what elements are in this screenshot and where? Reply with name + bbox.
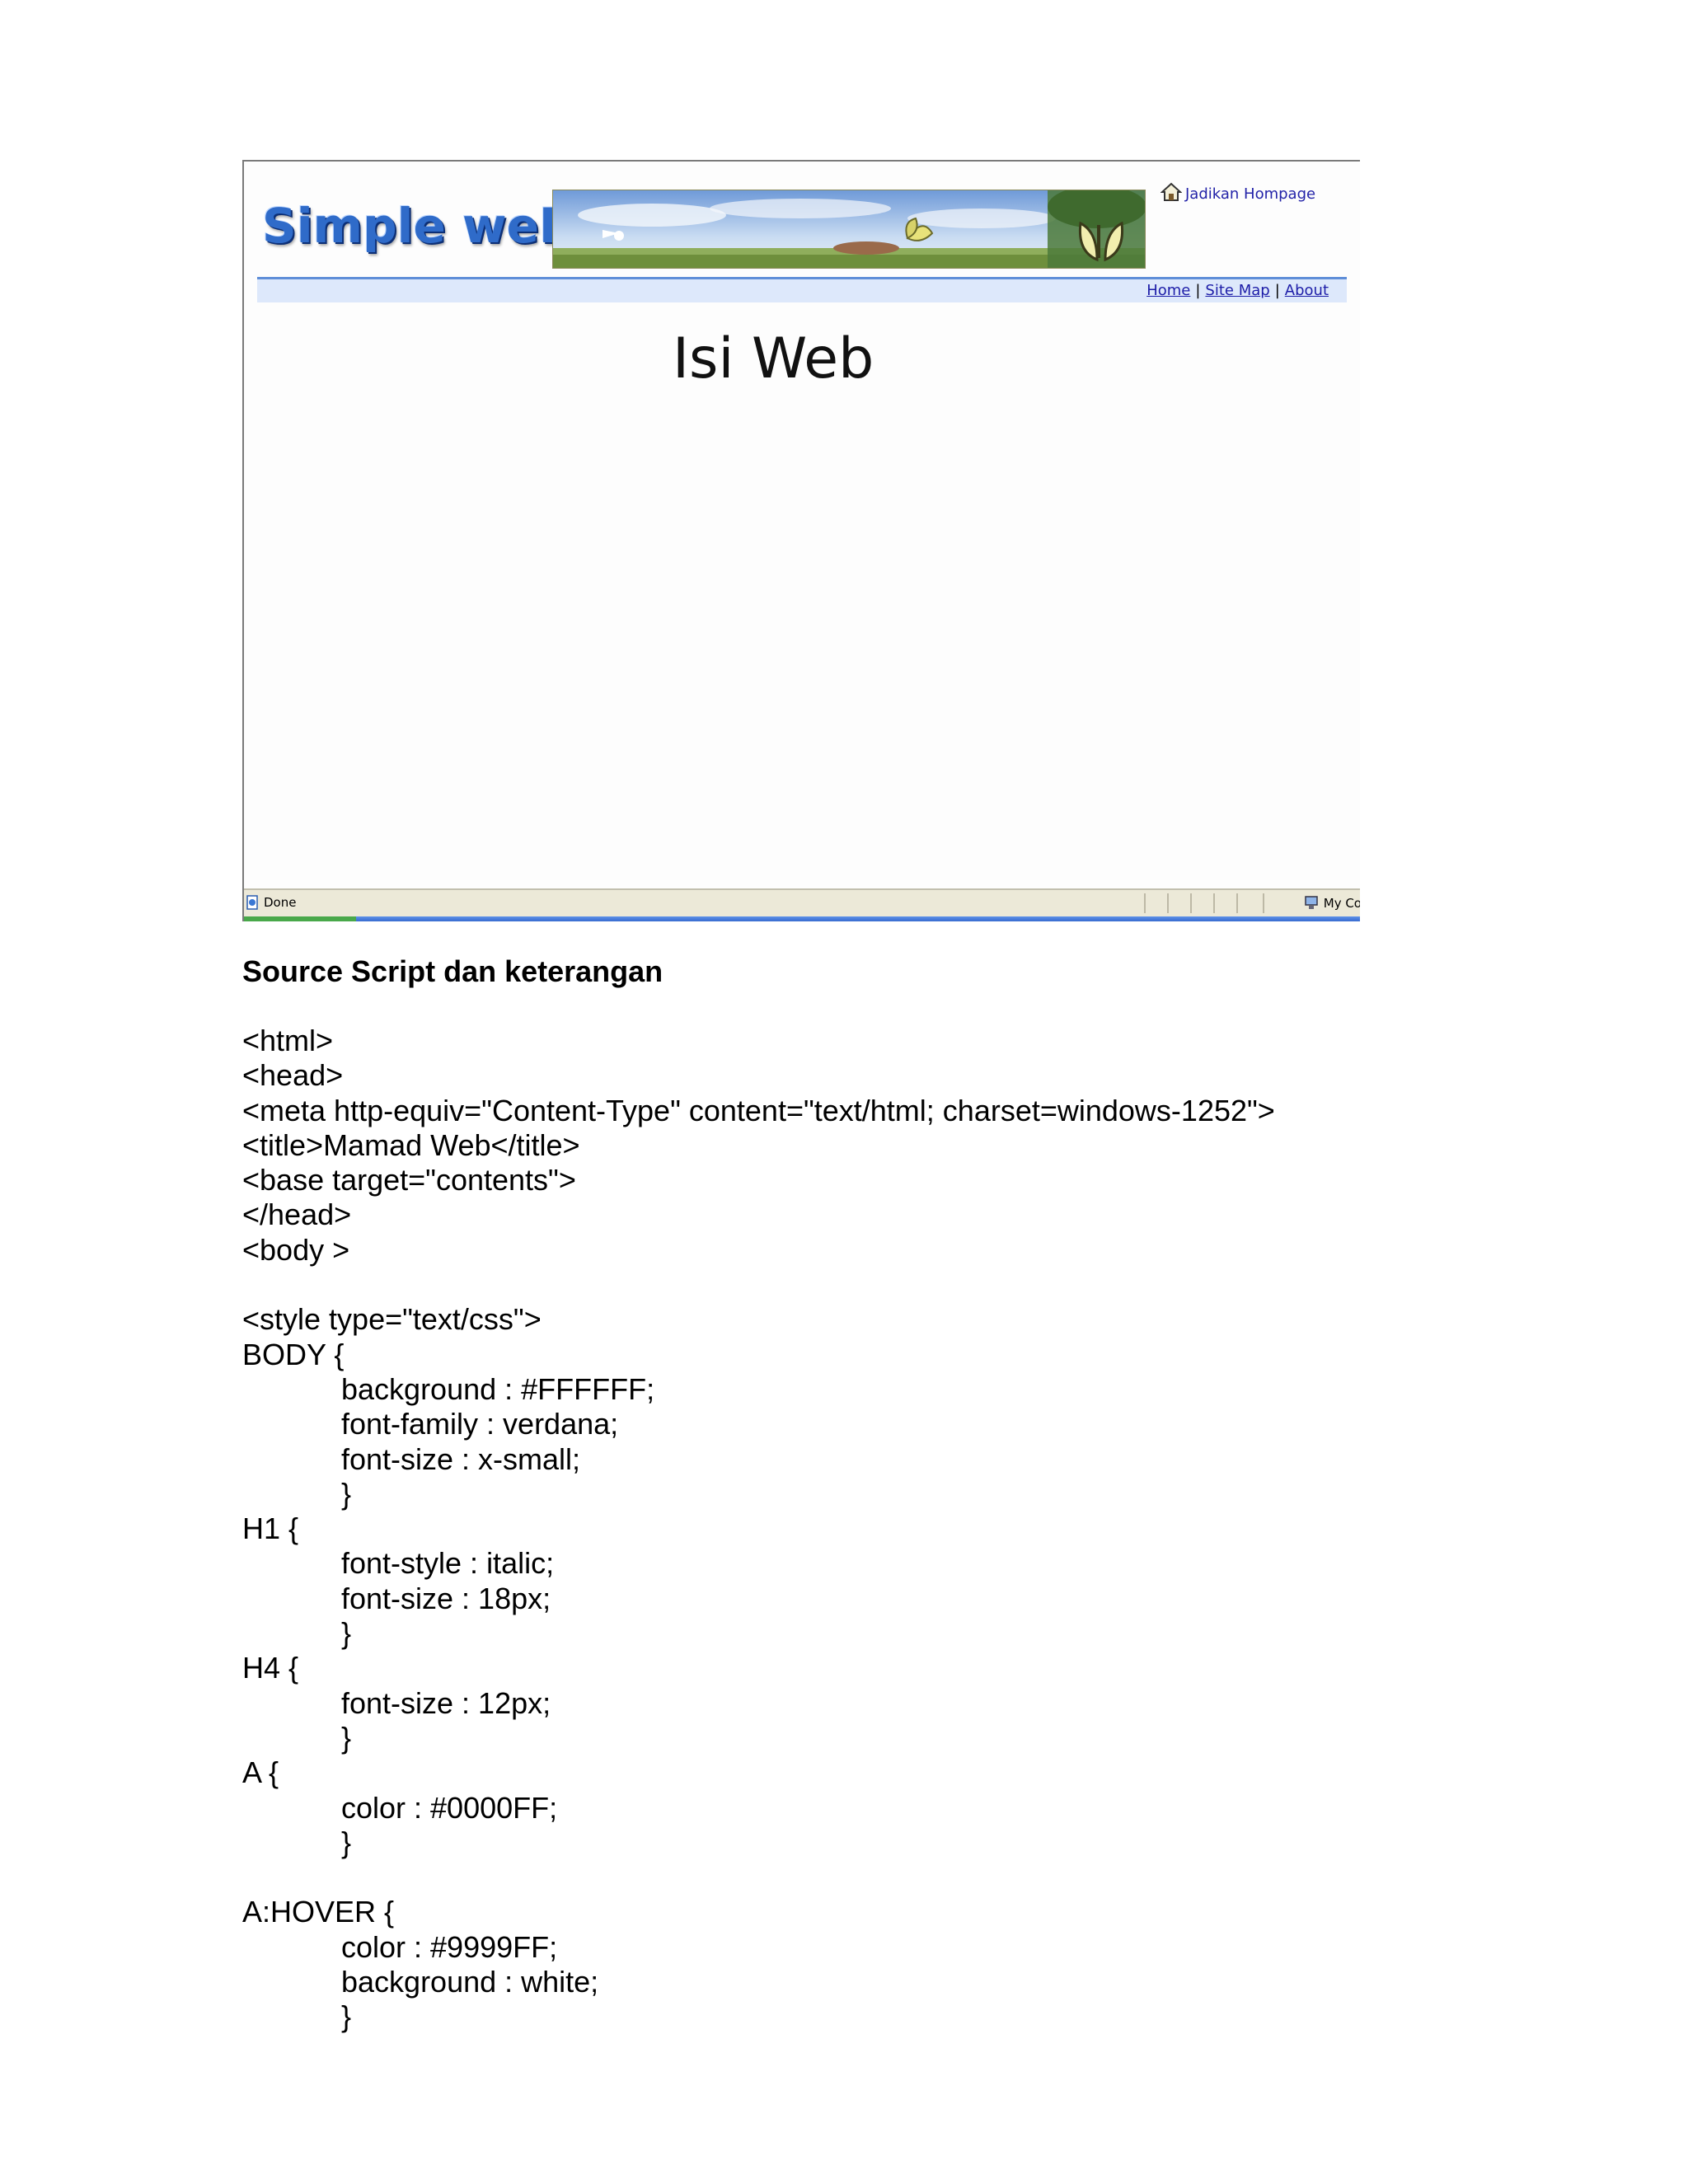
status-text: Done	[264, 895, 297, 910]
set-homepage-link[interactable]: Jadikan Hompage	[1160, 181, 1315, 203]
section-heading: Source Script dan keterangan	[242, 954, 663, 988]
nav-link-site-map[interactable]: Site Map	[1205, 282, 1269, 299]
page-icon	[246, 895, 258, 910]
code-line: }	[341, 1476, 352, 1511]
code-line: <body >	[242, 1232, 350, 1267]
start-strip	[244, 916, 356, 921]
code-line: font-size : 12px;	[341, 1685, 551, 1720]
code-line: <base target="contents">	[242, 1163, 576, 1197]
code-line: A {	[242, 1755, 279, 1790]
code-line: H1 {	[242, 1511, 299, 1546]
code-line: }	[341, 1616, 352, 1651]
nav-links: Home | Site Map | About	[1146, 282, 1329, 299]
zone-text: My Co	[1323, 896, 1360, 911]
computer-icon	[1305, 896, 1318, 909]
code-line: <meta http-equiv="Content-Type" content=…	[242, 1093, 1275, 1127]
code-line: <html>	[242, 1024, 334, 1057]
source-code-listing: <html> <head> <meta http-equiv="Content-Ty…	[242, 1024, 1275, 2035]
code-line: }	[341, 1999, 352, 2034]
code-line: color : #9999FF;	[341, 1929, 558, 1964]
status-divider	[1263, 893, 1264, 913]
code-line: <title>Mamad Web</title>	[242, 1127, 580, 1162]
code-line: font-size : 18px;	[341, 1581, 551, 1615]
code-line: }	[341, 1720, 352, 1755]
code-line: H4 {	[242, 1651, 299, 1685]
code-line: }	[341, 1825, 352, 1859]
set-homepage-label[interactable]: Jadikan Hompage	[1185, 185, 1315, 203]
status-divider	[1190, 893, 1192, 913]
code-line: A:HOVER {	[242, 1895, 395, 1929]
nav-bar: Home | Site Map | About	[257, 277, 1347, 302]
nav-separator: |	[1195, 282, 1201, 299]
code-line: font-family : verdana;	[341, 1407, 619, 1441]
banner-image	[552, 190, 1146, 269]
code-line: background : #FFFFFF;	[341, 1371, 655, 1406]
nav-link-about[interactable]: About	[1285, 282, 1329, 299]
code-line: background : white;	[341, 1965, 599, 1999]
status-bar: Done My Co	[244, 888, 1360, 918]
status-divider	[1167, 893, 1169, 913]
nav-separator: |	[1274, 282, 1280, 299]
status-divider	[1213, 893, 1215, 913]
status-divider	[1236, 893, 1238, 913]
status-divider	[1144, 893, 1146, 913]
banner-illustration	[553, 190, 1145, 268]
code-line: <style type="text/css">	[242, 1302, 542, 1337]
code-line: BODY {	[242, 1337, 345, 1371]
nav-link-home[interactable]: Home	[1146, 282, 1190, 299]
home-icon	[1160, 182, 1182, 201]
site-logo: Simple weB	[262, 198, 576, 254]
code-line: font-size : x-small;	[341, 1441, 581, 1476]
code-line: font-style : italic;	[341, 1546, 555, 1581]
content-title: Isi Web	[673, 326, 874, 391]
code-line: </head>	[242, 1197, 352, 1232]
security-zone: My Co	[1304, 895, 1360, 912]
status-done: Done	[246, 895, 296, 910]
code-line: <head>	[242, 1058, 344, 1093]
taskbar-strip	[244, 916, 1360, 921]
browser-screenshot: Simple weB Jadikan Hompage Home | Site M…	[242, 160, 1360, 921]
code-line: color : #0000FF;	[341, 1790, 558, 1825]
